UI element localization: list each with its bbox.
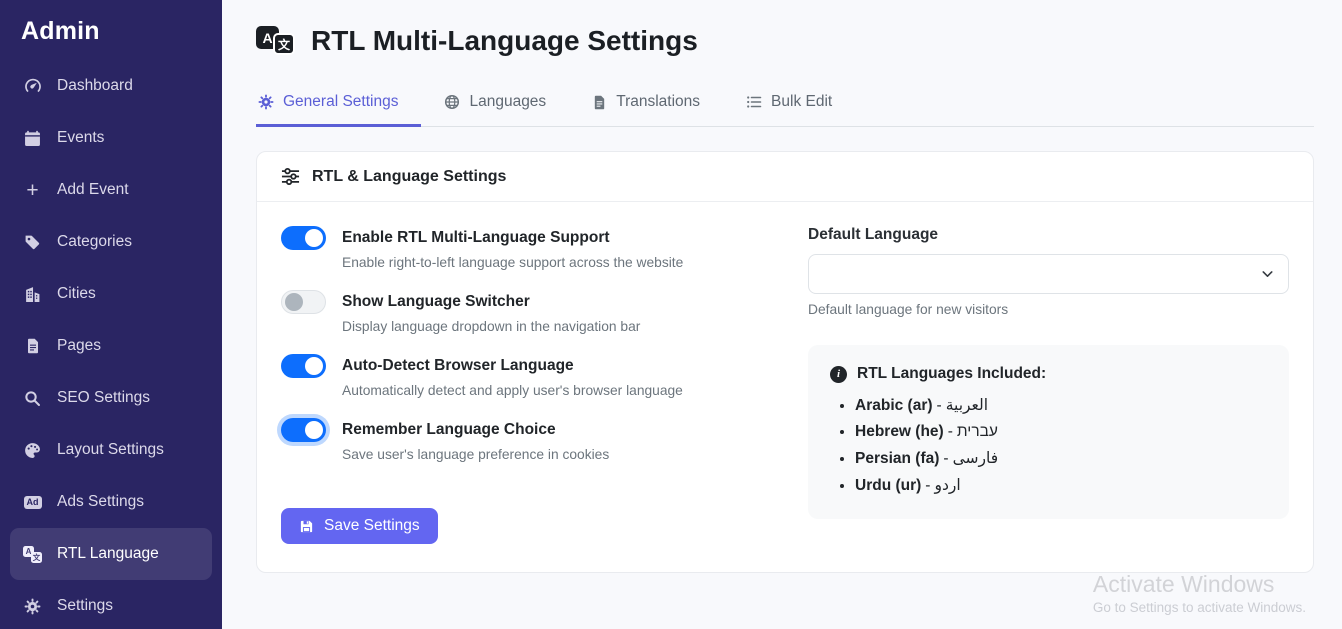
card-header: RTL & Language Settings [257,152,1313,202]
speedometer-icon [23,77,42,96]
default-language-column: Default Language Default language for ne… [808,226,1289,544]
card-body: Enable RTL Multi-Language Support Enable… [257,202,1313,572]
watermark-subtitle: Go to Settings to activate Windows. [1093,600,1306,615]
sidebar-item-ads-settings[interactable]: Ad Ads Settings [10,476,212,528]
sidebar-item-label: Add Event [57,181,129,199]
sidebar-item-rtl-language[interactable]: A文 RTL Language [10,528,212,580]
tab-label: Languages [469,93,546,111]
list-item-urdu: Urdu (ur)-اردو [855,476,1267,495]
gear-icon [23,597,42,616]
rtl-language-list: Arabic (ar)-العربية Hebrew (he)-עברית Pe… [837,396,1267,495]
save-button-label: Save Settings [324,517,420,535]
enable-rtl-toggle[interactable] [281,226,326,250]
sidebar-item-cities[interactable]: Cities [10,268,212,320]
show-language-switcher-toggle[interactable] [281,290,326,314]
toggle-label: Auto-Detect Browser Language [342,357,574,375]
info-box-title-row: i RTL Languages Included: [830,365,1267,383]
info-box-title: RTL Languages Included: [857,365,1046,383]
brand-title: Admin [0,0,222,56]
tab-bar: General Settings Languages Translations … [256,93,1314,127]
toggle-language-switcher: Show Language Switcher Display language … [281,290,762,334]
sidebar-item-label: RTL Language [57,545,159,563]
sidebar-nav: Dashboard Events + Add Event Categories [0,56,222,629]
sliders-icon [281,167,300,186]
gear-icon [258,94,274,110]
toggle-description: Save user's language preference in cooki… [342,447,762,462]
watermark-title: Activate Windows [1093,571,1306,598]
calendar-icon [23,129,42,148]
toggle-description: Enable right-to-left language support ac… [342,255,762,270]
tab-label: Translations [616,93,700,111]
toggle-remember-choice: Remember Language Choice Save user's lan… [281,418,762,462]
card-header-title: RTL & Language Settings [312,168,506,186]
toggle-description: Automatically detect and apply user's br… [342,383,762,398]
palette-icon [23,441,42,460]
tab-label: Bulk Edit [771,93,832,111]
toggles-column: Enable RTL Multi-Language Support Enable… [281,226,762,544]
list-icon [746,94,762,110]
file-text-icon [23,337,42,356]
sidebar-item-add-event[interactable]: + Add Event [10,164,212,216]
sidebar-item-events[interactable]: Events [10,112,212,164]
translate-icon: A文 [23,545,42,564]
list-item-hebrew: Hebrew (he)-עברית [855,423,1267,441]
sidebar-item-label: Ads Settings [57,493,144,511]
globe-icon [444,94,460,110]
sidebar-item-seo-settings[interactable]: SEO Settings [10,372,212,424]
sidebar-item-pages[interactable]: Pages [10,320,212,372]
buildings-icon [23,285,42,304]
toggle-label: Enable RTL Multi-Language Support [342,229,610,247]
search-icon [23,389,42,408]
tags-icon [23,233,42,252]
list-item-persian: Persian (fa)-فارسی [855,449,1267,468]
sidebar-item-label: Dashboard [57,77,133,95]
sidebar-item-label: Settings [57,597,113,615]
app-window: Admin Dashboard Events + Add Event [0,0,1342,629]
sidebar-item-categories[interactable]: Categories [10,216,212,268]
toggle-label: Remember Language Choice [342,421,556,439]
sidebar-item-label: Events [57,129,104,147]
auto-detect-toggle[interactable] [281,354,326,378]
tab-general-settings[interactable]: General Settings [256,93,421,127]
page-title-text: RTL Multi-Language Settings [311,25,698,57]
tab-languages[interactable]: Languages [421,93,569,127]
translate-icon: A文 [256,24,298,57]
default-language-select[interactable] [808,254,1289,294]
toggle-auto-detect: Auto-Detect Browser Language Automatical… [281,354,762,398]
save-icon [299,519,314,534]
sidebar-item-settings[interactable]: Settings [10,580,212,629]
tab-label: General Settings [283,93,398,111]
sidebar-item-dashboard[interactable]: Dashboard [10,60,212,112]
main-content: A文 RTL Multi-Language Settings General S… [222,0,1342,629]
settings-card: RTL & Language Settings Enable RTL Multi… [256,151,1314,573]
toggle-label: Show Language Switcher [342,293,530,311]
save-settings-button[interactable]: Save Settings [281,508,438,544]
default-language-helper: Default language for new visitors [808,302,1289,317]
plus-icon: + [23,181,42,200]
tab-bulk-edit[interactable]: Bulk Edit [723,93,855,127]
list-item-arabic: Arabic (ar)-العربية [855,396,1267,415]
file-text-icon [592,95,607,110]
sidebar-item-layout-settings[interactable]: Layout Settings [10,424,212,476]
sidebar-item-label: Cities [57,285,96,303]
sidebar-item-label: Categories [57,233,132,251]
chevron-down-icon [1260,267,1275,282]
toggle-description: Display language dropdown in the navigat… [342,319,762,334]
info-icon: i [830,366,847,383]
toggle-enable-rtl: Enable RTL Multi-Language Support Enable… [281,226,762,270]
rtl-languages-info-box: i RTL Languages Included: Arabic (ar)-ال… [808,345,1289,519]
remember-language-toggle[interactable] [281,418,326,442]
tab-translations[interactable]: Translations [569,93,723,127]
ad-badge-icon: Ad [23,493,42,512]
sidebar: Admin Dashboard Events + Add Event [0,0,222,629]
page-title: A文 RTL Multi-Language Settings [256,24,1314,57]
sidebar-item-label: SEO Settings [57,389,150,407]
sidebar-item-label: Pages [57,337,101,355]
sidebar-item-label: Layout Settings [57,441,164,459]
windows-activation-watermark: Activate Windows Go to Settings to activ… [1093,571,1306,615]
default-language-label: Default Language [808,226,1289,244]
